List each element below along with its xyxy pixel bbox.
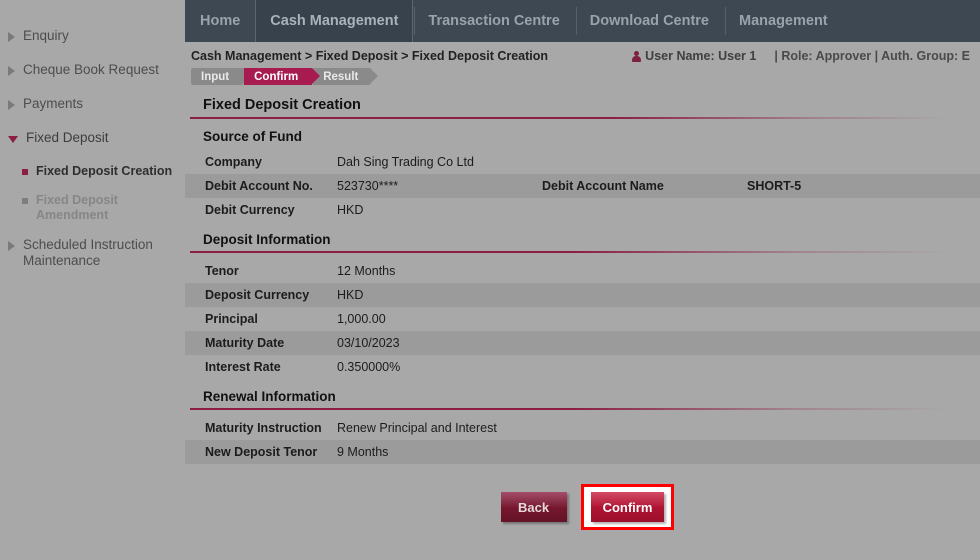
bullet-square-icon [22, 198, 28, 204]
step-indicator: Input Confirm Result [191, 68, 980, 85]
sidebar-item-payments[interactable]: Payments [0, 96, 185, 112]
chevron-right-icon [8, 32, 15, 42]
step-input[interactable]: Input [191, 68, 252, 85]
sidebar-item-label: Payments [23, 96, 84, 111]
chevron-down-icon [8, 136, 18, 143]
row-label: Company [205, 155, 262, 169]
step-label: Confirm [254, 70, 299, 83]
user-role-label: | Role: Approver | Auth. Group: E [774, 49, 970, 63]
tab-label: Cash Management [270, 12, 399, 29]
table-row: Principal 1,000.00 [185, 307, 980, 331]
section-title-deposit-information: Deposit Information [203, 232, 331, 247]
section-rows-source-of-fund: Company Dah Sing Trading Co Ltd Debit Ac… [185, 150, 980, 222]
section-title-renewal-information: Renewal Information [203, 389, 336, 404]
sidebar-item-fixed-deposit-creation[interactable]: Fixed Deposit Creation [0, 164, 185, 179]
sidebar-item-label: Fixed Deposit [26, 130, 109, 145]
user-name-label: User Name: User 1 [645, 49, 757, 63]
tab-management[interactable]: Management [724, 0, 843, 42]
row-label: Maturity Instruction [205, 421, 322, 435]
sidebar-item-scheduled-instruction-maintenance[interactable]: Scheduled Instruction Maintenance [0, 237, 185, 269]
bullet-square-icon [22, 169, 28, 175]
section-title-source-of-fund: Source of Fund [203, 129, 302, 144]
table-row: Debit Currency HKD [185, 198, 980, 222]
row-label: Debit Account No. [205, 179, 313, 193]
row-value: 12 Months [337, 264, 396, 278]
sidebar-item-enquiry[interactable]: Enquiry [0, 28, 185, 44]
tab-cash-management[interactable]: Cash Management [255, 0, 414, 42]
sidebar-subitem-label: Fixed Deposit Amendment [36, 193, 118, 222]
tab-label: Transaction Centre [428, 12, 560, 29]
table-row: Maturity Date 03/10/2023 [185, 331, 980, 355]
row-value: HKD [337, 288, 364, 302]
sidebar-item-fixed-deposit[interactable]: Fixed Deposit [0, 130, 185, 146]
step-label: Result [323, 70, 359, 83]
sidebar-item-label: Scheduled Instruction Maintenance [23, 237, 153, 268]
user-info: User Name: User 1 | Role: Approver | Aut… [632, 49, 974, 63]
tab-label: Download Centre [589, 12, 709, 29]
row-label: Interest Rate [205, 360, 281, 374]
confirm-button[interactable]: Confirm [590, 492, 665, 522]
step-label: Input [201, 70, 230, 83]
section-rows-renewal-information: Maturity Instruction Renew Principal and… [185, 416, 980, 464]
row-value: Renew Principal and Interest [337, 421, 497, 435]
page-title: Fixed Deposit Creation [203, 97, 361, 113]
section-divider-renewal-information [190, 408, 950, 410]
row-label-secondary: Debit Account Name [542, 179, 664, 193]
tab-download-centre[interactable]: Download Centre [575, 0, 724, 42]
sidebar-subitem-label: Fixed Deposit Creation [36, 164, 173, 178]
step-confirm[interactable]: Confirm [244, 68, 321, 85]
page-title-divider [190, 117, 950, 119]
row-value: 523730**** [337, 179, 399, 193]
button-bar: Back Confirm [185, 479, 980, 535]
row-label: Tenor [205, 264, 239, 278]
table-row: Debit Account No. 523730**** Debit Accou… [185, 174, 980, 198]
user-icon [632, 50, 642, 62]
row-value: 1,000.00 [337, 312, 386, 326]
table-row: Tenor 12 Months [185, 259, 980, 283]
sidebar: Enquiry Cheque Book Request Payments Fix… [0, 0, 185, 560]
row-label: Deposit Currency [205, 288, 310, 302]
sidebar-item-label: Cheque Book Request [23, 62, 159, 77]
table-row: New Deposit Tenor 9 Months [185, 440, 980, 464]
chevron-right-icon [8, 66, 15, 76]
tab-transaction-centre[interactable]: Transaction Centre [413, 0, 574, 42]
row-value: 9 Months [337, 445, 389, 459]
sidebar-item-cheque-book-request[interactable]: Cheque Book Request [0, 62, 185, 78]
sidebar-item-label: Enquiry [23, 28, 69, 43]
row-value: HKD [337, 203, 364, 217]
row-label: New Deposit Tenor [205, 445, 318, 459]
breadcrumb: Cash Management > Fixed Deposit > Fixed … [191, 49, 549, 63]
row-label: Principal [205, 312, 258, 326]
header-row: Cash Management > Fixed Deposit > Fixed … [185, 42, 980, 63]
step-result[interactable]: Result [313, 68, 379, 85]
row-label: Maturity Date [205, 336, 285, 350]
main-content: Cash Management > Fixed Deposit > Fixed … [185, 42, 980, 560]
section-rows-deposit-information: Tenor 12 Months Deposit Currency HKD Pri… [185, 259, 980, 379]
row-value: Dah Sing Trading Co Ltd [337, 155, 474, 169]
table-row: Interest Rate 0.350000% [185, 355, 980, 379]
tab-home[interactable]: Home [185, 0, 255, 42]
confirm-button-label: Confirm [602, 499, 653, 515]
back-button-label: Back [518, 499, 550, 515]
row-value: 03/10/2023 [337, 336, 400, 350]
chevron-right-icon [8, 241, 15, 251]
row-value: 0.350000% [337, 360, 401, 374]
back-button[interactable]: Back [500, 492, 567, 522]
tab-label: Management [739, 12, 828, 29]
top-navigation-bar: Home Cash Management Transaction Centre … [185, 0, 980, 42]
table-row: Company Dah Sing Trading Co Ltd [185, 150, 980, 174]
tab-label: Home [200, 12, 241, 29]
chevron-right-icon [8, 100, 15, 110]
table-row: Deposit Currency HKD [185, 283, 980, 307]
row-value-secondary: SHORT-5 [747, 179, 802, 193]
table-row: Maturity Instruction Renew Principal and… [185, 416, 980, 440]
confirm-button-highlight: Confirm [580, 484, 675, 530]
sidebar-item-fixed-deposit-amendment[interactable]: Fixed Deposit Amendment [0, 193, 185, 223]
section-divider-deposit-information [190, 251, 950, 253]
row-label: Debit Currency [205, 203, 295, 217]
